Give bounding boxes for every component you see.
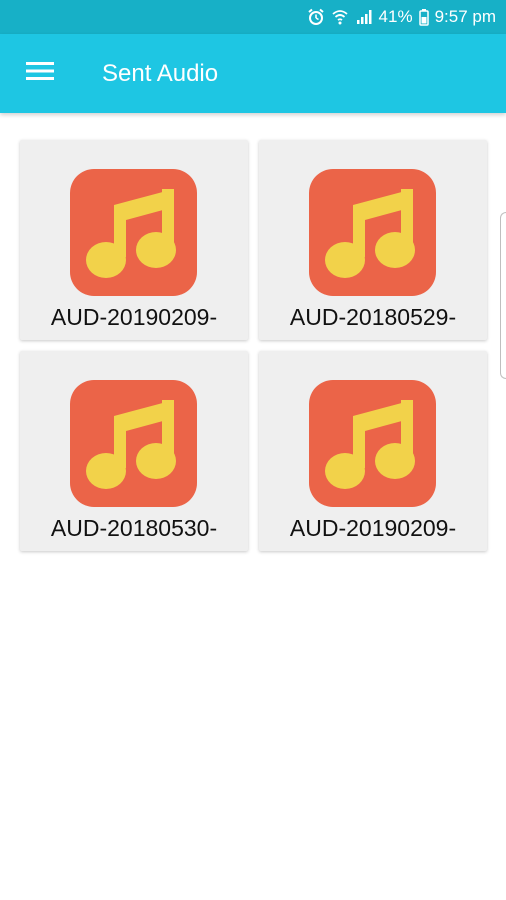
- audio-file-name: AUD-20180530-: [50, 515, 218, 541]
- audio-file-card[interactable]: AUD-20180529-: [259, 140, 487, 340]
- scrollbar-handle[interactable]: [500, 212, 506, 379]
- audio-file-card[interactable]: AUD-20190209-: [20, 140, 248, 340]
- audio-file-card[interactable]: AUD-20190209-: [259, 351, 487, 551]
- music-note-icon: [70, 169, 197, 296]
- status-bar: 41% 9:57 pm: [0, 0, 506, 34]
- music-note-icon: [70, 380, 197, 507]
- hamburger-menu-icon: [26, 60, 54, 87]
- clock-time: 9:57 pm: [434, 7, 496, 26]
- battery-percentage: 41%: [378, 7, 413, 26]
- app-bar: Sent Audio: [0, 34, 506, 113]
- menu-button[interactable]: [0, 34, 80, 113]
- page-title: Sent Audio: [102, 59, 219, 87]
- audio-file-name: AUD-20180529-: [289, 304, 457, 330]
- music-note-icon: [309, 380, 436, 507]
- battery-icon: [418, 8, 429, 26]
- audio-file-card[interactable]: AUD-20180530-: [20, 351, 248, 551]
- audio-file-name: AUD-20190209-: [50, 304, 218, 330]
- music-note-icon: [309, 169, 436, 296]
- wifi-icon: [331, 8, 349, 26]
- audio-file-name: AUD-20190209-: [289, 515, 457, 541]
- signal-icon: [355, 8, 373, 26]
- alarm-icon: [307, 8, 325, 26]
